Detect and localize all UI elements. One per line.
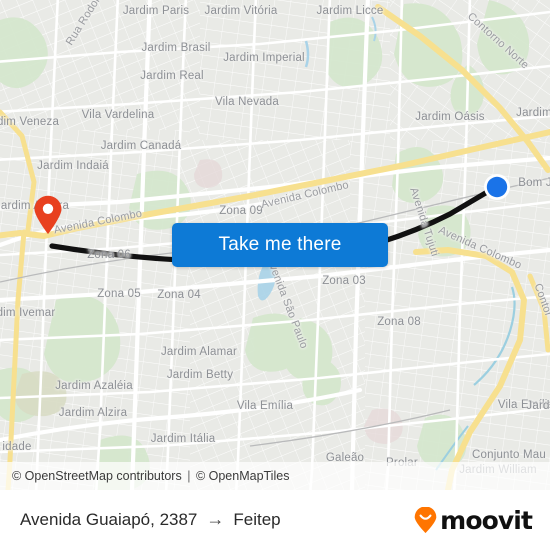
map-canvas[interactable]: Jardim Paris Jardim Vitória Jardim Licce Ja…: [0, 0, 550, 490]
trip-destination-label: Feitep: [233, 510, 281, 529]
map-attribution: © OpenStreetMap contributors | © OpenMap…: [0, 462, 550, 490]
attribution-tiles[interactable]: © OpenMapTiles: [196, 469, 290, 483]
trip-summary: Avenida Guaiapó, 2387 → Feitep: [20, 510, 281, 530]
arrow-right-icon: →: [206, 509, 225, 529]
moovit-logo[interactable]: moovit: [412, 505, 533, 535]
destination-dot-marker[interactable]: [482, 172, 512, 202]
origin-pin-marker[interactable]: [33, 195, 63, 235]
trip-origin-label: Avenida Guaiapó, 2387: [20, 510, 198, 529]
attribution-separator: |: [187, 469, 191, 483]
footer-bar: Avenida Guaiapó, 2387 → Feitep moovit: [0, 490, 550, 550]
attribution-osm[interactable]: © OpenStreetMap contributors: [12, 469, 182, 483]
take-me-there-button[interactable]: Take me there: [172, 223, 388, 267]
moovit-trip-map-screen: Jardim Paris Jardim Vitória Jardim Licce Ja…: [0, 0, 550, 550]
moovit-wordmark: moovit: [440, 505, 533, 535]
moovit-pin-icon: [414, 506, 437, 533]
